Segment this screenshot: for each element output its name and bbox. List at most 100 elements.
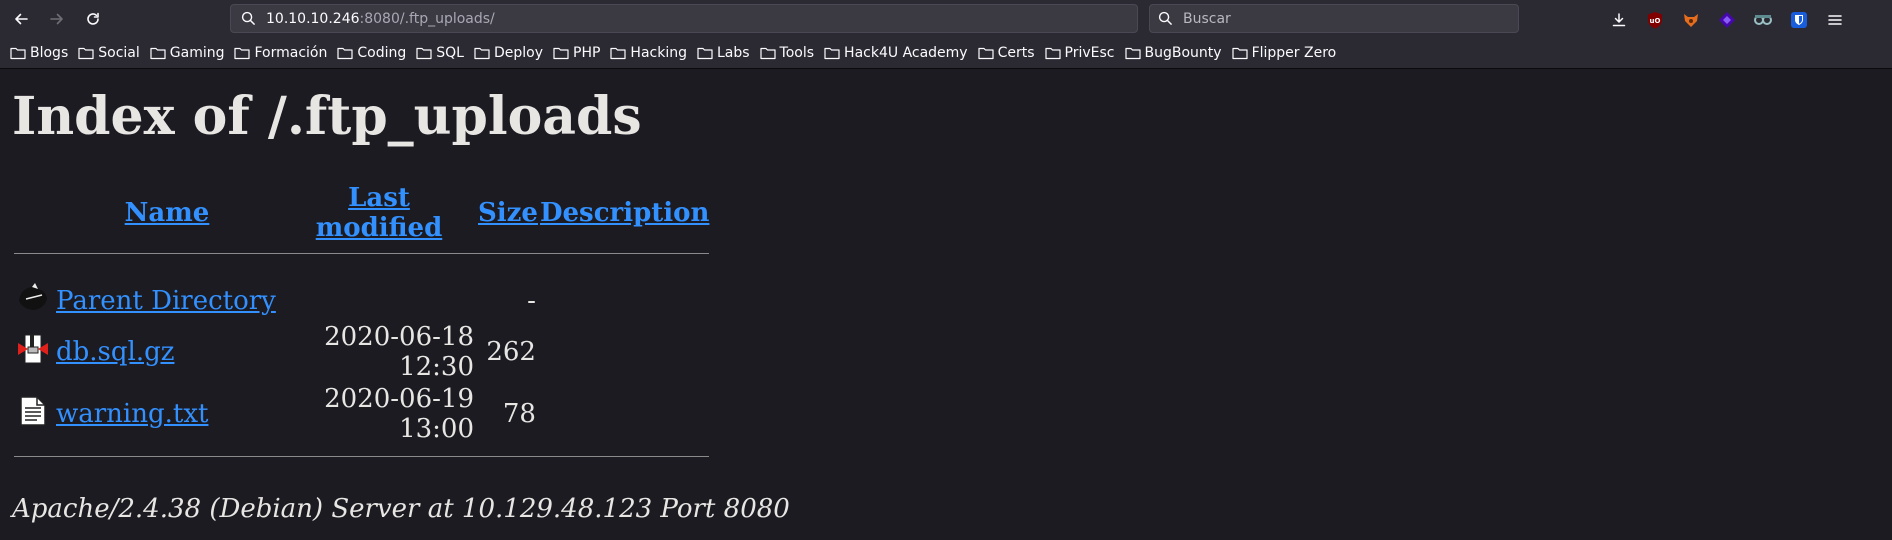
name-cell: db.sql.gz (54, 322, 280, 382)
table-row: warning.txt 2020-06-19 13:00 78 (14, 384, 709, 444)
file-link[interactable]: warning.txt (56, 399, 208, 429)
size-cell: - (527, 285, 536, 316)
bookmark-folder[interactable]: SQL (416, 45, 464, 61)
bookmark-folder[interactable]: BugBounty (1124, 45, 1222, 61)
bookmark-label: Tools (779, 45, 815, 61)
name-cell: Parent Directory (54, 281, 280, 320)
bookmark-label: Coding (357, 45, 407, 61)
search-input[interactable] (1181, 9, 1485, 28)
icon-cell (14, 322, 52, 382)
bitwarden-icon[interactable] (1787, 9, 1811, 31)
bookmark-folder[interactable]: Flipper Zero (1231, 45, 1336, 61)
table-row: Parent Directory - (14, 281, 709, 320)
folder-icon (824, 47, 840, 60)
folder-icon (10, 47, 26, 60)
bookmark-folder[interactable]: PHP (553, 45, 600, 61)
bookmark-label: Certs (997, 45, 1035, 61)
bookmark-label: PHP (573, 45, 601, 61)
bookmark-folder[interactable]: Hack4U Academy (824, 45, 968, 61)
folder-icon (78, 47, 94, 60)
bookmark-label: Formación (254, 45, 328, 61)
forward-button[interactable] (45, 7, 69, 31)
browser-toolbar: 10.10.10.246:8080/.ftp_uploads/ uO (0, 0, 1892, 38)
separator-cell (14, 446, 710, 480)
description-cell (540, 281, 709, 320)
size-cell: 78 (502, 399, 536, 429)
reload-button[interactable] (81, 7, 105, 31)
url-path: :8080/.ftp_uploads/ (359, 10, 495, 27)
directory-listing: Name Last modified Size Description Pare… (12, 181, 711, 482)
modified-cell (282, 281, 476, 320)
bookmark-folder[interactable]: Coding (337, 45, 406, 61)
wappalyzer-icon[interactable] (1715, 9, 1739, 31)
bookmark-folder[interactable]: Hacking (610, 45, 687, 61)
divider (14, 253, 710, 254)
icon-cell (14, 384, 52, 444)
folder-icon (474, 47, 490, 60)
size-cell: 262 (486, 337, 536, 367)
name-cell: warning.txt (54, 384, 280, 444)
separator-row (14, 446, 710, 480)
bookmark-folder[interactable]: Blogs (10, 45, 68, 61)
folder-icon (759, 47, 776, 60)
search-icon (241, 11, 256, 26)
bookmark-folder[interactable]: PrivEsc (1044, 45, 1115, 61)
ublock-icon[interactable]: uO (1643, 9, 1667, 31)
server-signature: Apache/2.4.38 (Debian) Server at 10.129.… (12, 494, 790, 524)
bookmark-folder[interactable]: Deploy (474, 45, 543, 61)
folder-icon (1124, 47, 1141, 60)
arrow-left-icon (15, 13, 28, 25)
table-row: db.sql.gz 2020-06-18 12:30 262 (14, 322, 709, 382)
compressed-file-icon (18, 334, 48, 363)
icon-cell (14, 281, 52, 320)
file-link[interactable]: Parent Directory (56, 286, 276, 316)
bookmark-folder[interactable]: Certs (977, 45, 1035, 61)
reload-icon (87, 12, 99, 25)
page-content: Index of /.ftp_uploads Name Last modifie… (0, 69, 1892, 534)
bookmark-label: Gaming (169, 45, 225, 61)
bookmark-folder[interactable]: Labs (697, 45, 750, 61)
foxyproxy-icon[interactable] (1679, 9, 1703, 31)
bookmark-label: Deploy (493, 45, 543, 61)
cookie-editor-icon[interactable] (1751, 9, 1775, 31)
separator-cell (14, 245, 710, 279)
bookmark-label: Labs (716, 45, 750, 61)
bookmark-label: Social (98, 45, 140, 61)
url-host: 10.10.10.246 (266, 10, 360, 27)
folder-icon (1231, 47, 1248, 60)
icon-column-header (14, 183, 52, 243)
bookmark-folder[interactable]: Gaming (150, 45, 225, 61)
sort-by-description-link[interactable]: Description (540, 198, 709, 228)
search-bar[interactable] (1149, 4, 1519, 33)
toolbar-right-buttons: uO (1607, 9, 1847, 31)
folder-icon (610, 47, 627, 60)
folder-icon (1044, 47, 1061, 60)
folder-icon (416, 47, 432, 60)
menu-icon[interactable] (1823, 9, 1847, 31)
bookmark-folder[interactable]: Social (78, 45, 140, 61)
folder-icon (977, 47, 994, 60)
bookmark-label: BugBounty (1144, 45, 1222, 61)
bookmark-folder[interactable]: Tools (759, 45, 815, 61)
file-link[interactable]: db.sql.gz (56, 337, 174, 367)
bookmark-label: Hack4U Academy (844, 45, 968, 61)
arrow-right-icon (50, 13, 63, 25)
folder-icon (697, 47, 713, 60)
sort-by-name-link[interactable]: Name (125, 198, 210, 228)
modified-cell: 2020-06-18 12:30 (324, 322, 474, 382)
download-icon[interactable] (1607, 9, 1631, 31)
sort-by-modified-link[interactable]: Last modified (316, 183, 443, 243)
size-column-header: Size (478, 183, 538, 243)
url-bar[interactable]: 10.10.10.246:8080/.ftp_uploads/ (230, 4, 1138, 33)
description-column-header: Description (540, 183, 709, 243)
url-text: 10.10.10.246:8080/.ftp_uploads/ (266, 11, 495, 27)
back-button[interactable] (9, 7, 33, 31)
bookmarks-bar: Blogs Social Gaming Formación Coding SQL… (0, 38, 1892, 69)
modified-column-header: Last modified (282, 183, 476, 243)
bookmark-label: Hacking (630, 45, 687, 61)
divider (14, 456, 710, 457)
back-icon (19, 283, 47, 310)
folder-icon (337, 47, 353, 60)
sort-by-size-link[interactable]: Size (478, 198, 538, 228)
bookmark-folder[interactable]: Formación (234, 45, 327, 61)
